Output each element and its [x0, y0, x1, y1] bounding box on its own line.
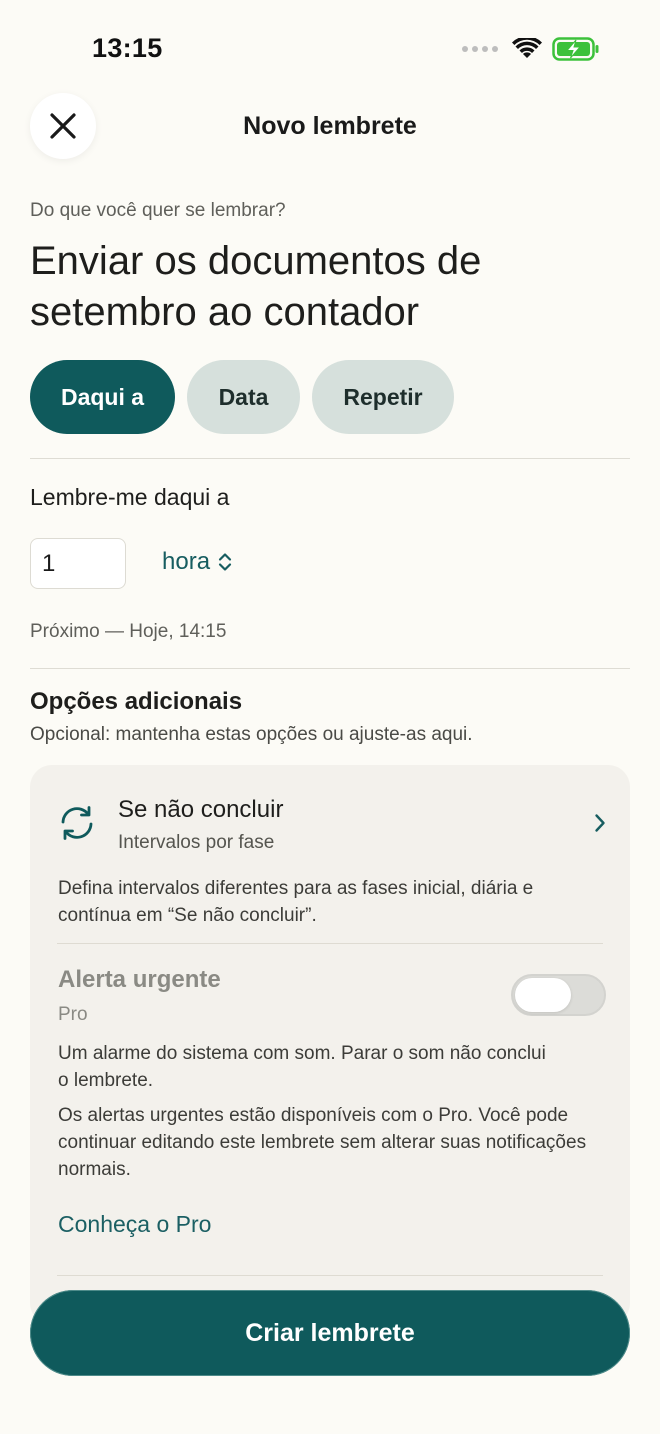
create-reminder-button[interactable]: Criar lembrete	[30, 1290, 630, 1376]
urgent-alert-description-line-1: Um alarme do sistema com som. Parar o so…	[58, 1043, 546, 1064]
card-divider	[57, 1275, 603, 1276]
mode-chip-daqui-a[interactable]: Daqui a	[30, 360, 175, 434]
if-not-done-subtitle: Intervalos por fase	[118, 832, 275, 853]
urgent-alert-description: Um alarme do sistema com som. Parar o so…	[58, 1040, 603, 1094]
mode-chip-data[interactable]: Data	[187, 360, 300, 434]
quantity-input[interactable]	[30, 538, 126, 589]
reminder-title-line-2: setembro ao contador	[30, 290, 420, 334]
wifi-icon	[512, 38, 542, 58]
toggle-knob	[515, 978, 571, 1012]
reminder-prompt-label: Do que você quer se lembrar?	[30, 200, 286, 221]
if-not-done-description: Defina intervalos diferentes para as fas…	[58, 878, 534, 926]
urgent-alert-toggle[interactable]	[511, 974, 606, 1016]
card-divider	[57, 943, 603, 944]
status-icons	[462, 34, 600, 64]
cellular-signal-icon	[462, 46, 498, 52]
if-not-done-row[interactable]: Se não concluir Intervalos por fase	[30, 765, 630, 865]
if-not-done-title: Se não concluir	[118, 796, 284, 823]
urgent-alert-description-line-2: o lembrete.	[58, 1070, 154, 1091]
unit-select-value: hora	[162, 548, 211, 575]
refresh-icon	[61, 806, 93, 840]
additional-options-subtitle: Opcional: mantenha estas opções ou ajust…	[30, 724, 473, 745]
page-title: Novo lembrete	[243, 112, 417, 140]
remind-in-label: Lembre-me daqui a	[30, 484, 230, 510]
reminder-title[interactable]: Enviar os documentos de setembro ao cont…	[30, 236, 630, 338]
additional-options-title: Opções adicionais	[30, 688, 243, 715]
status-bar: 13:15	[0, 0, 660, 96]
pro-badge: Pro	[58, 1004, 88, 1025]
header: Novo lembrete	[0, 92, 660, 162]
urgent-alert-pro-note: Os alertas urgentes estão disponíveis co…	[58, 1105, 587, 1180]
battery-charging-icon	[552, 37, 599, 61]
divider	[30, 458, 630, 459]
discover-pro-link[interactable]: Conheça o Pro	[58, 1211, 211, 1238]
reminder-title-line-1: Enviar os documentos de	[30, 239, 482, 283]
chevron-up-down-icon	[218, 553, 232, 571]
options-card: Se não concluir Intervalos por fase Defi…	[30, 765, 630, 1325]
status-time: 13:15	[92, 33, 163, 63]
urgent-alert-title: Alerta urgente	[58, 966, 221, 993]
next-occurrence-text: Próximo — Hoje, 14:15	[30, 621, 227, 642]
chevron-right-icon	[595, 814, 605, 832]
unit-select[interactable]: hora	[162, 548, 232, 576]
divider	[30, 668, 630, 669]
mode-chip-repetir[interactable]: Repetir	[312, 360, 454, 434]
